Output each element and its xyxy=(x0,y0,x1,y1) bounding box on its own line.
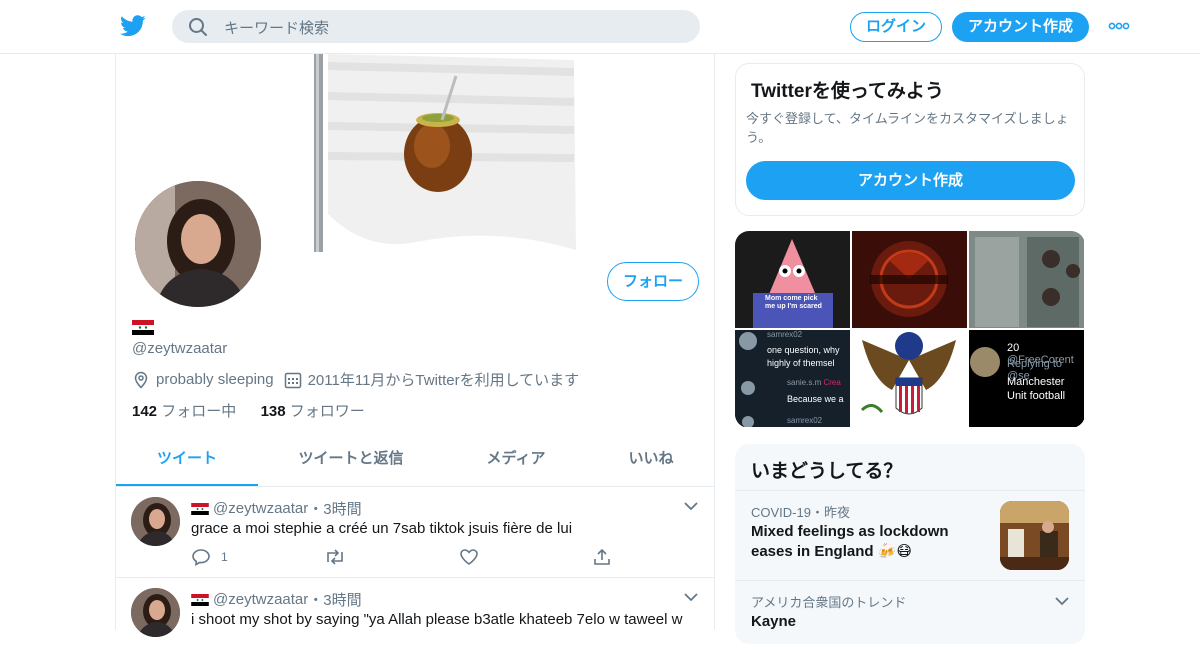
share-icon xyxy=(594,548,610,565)
chevron-down-icon[interactable] xyxy=(1055,596,1069,606)
tweet-text: grace a moi stephie a créé un 7sab tikto… xyxy=(191,520,573,537)
signup-card-subtitle: 今すぐ登録して、タイムラインをカスタマイズしましょう。 xyxy=(746,111,1069,145)
tweet-time[interactable]: 3時間 xyxy=(323,498,361,519)
tweet-sep: ・ xyxy=(308,501,324,518)
media-thumb[interactable] xyxy=(852,330,967,427)
trend-category: アメリカ合衆国のトレンド xyxy=(751,595,907,610)
tab-tweets-replies[interactable]: ツイートと返信 xyxy=(286,435,416,486)
trend-thumbnail xyxy=(1000,501,1069,570)
reply-button[interactable]: 1 xyxy=(191,548,228,566)
trends-panel: いまどうしてる？ COVID-19・昨夜 Mixed feelings as l… xyxy=(735,444,1085,644)
search-icon xyxy=(189,18,207,36)
media-text: one question, why highly of themsel xyxy=(767,345,840,368)
share-button[interactable] xyxy=(593,548,611,566)
more-icon[interactable] xyxy=(1108,18,1130,34)
following-count: 142 xyxy=(132,403,158,420)
reply-icon xyxy=(192,549,210,566)
calendar-icon xyxy=(284,372,301,388)
trend-category: COVID-19・昨夜 xyxy=(751,505,850,520)
tweet-sep: ・ xyxy=(308,592,324,609)
search-input[interactable]: キーワード検索 xyxy=(172,10,700,43)
trend-item[interactable]: アメリカ合衆国のトレンド Kayne xyxy=(735,580,1085,644)
trend-headline: Kayne xyxy=(751,613,797,630)
tweet-header: @zeytwzaatar ・ 3時間 xyxy=(191,498,362,519)
syria-flag-icon xyxy=(132,319,154,337)
tweet-item[interactable]: @zeytwzaatar ・ 3時間 i shoot my shot by sa… xyxy=(116,578,714,658)
media-thumb[interactable]: 20 @FreeCorent Replying to @se Mancheste… xyxy=(969,330,1084,427)
tweet-handle[interactable]: @zeytwzaatar xyxy=(213,500,308,517)
media-thumb[interactable] xyxy=(969,231,1084,328)
heart-icon xyxy=(460,549,478,565)
trends-title: いまどうしてる？ xyxy=(751,461,903,482)
tweet-handle[interactable]: @zeytwzaatar xyxy=(213,591,308,608)
profile-tabs: ツイート ツイートと返信 メディア いいね xyxy=(116,435,714,487)
search-placeholder: キーワード検索 xyxy=(224,20,330,37)
profile-column: フォロー @zeytwzaatar probably sleeping 2011… xyxy=(115,54,715,637)
media-user: sanie.s.m Crea xyxy=(787,378,841,387)
tab-media[interactable]: メディア xyxy=(466,435,566,486)
profile-handle: @zeytwzaatar xyxy=(132,340,228,357)
tweet-header: @zeytwzaatar ・ 3時間 xyxy=(191,589,362,610)
signup-card: Twitterを使ってみよう 今すぐ登録して、タイムラインをカスタマイズしましょ… xyxy=(735,63,1085,216)
followers-label: フォロワー xyxy=(289,403,365,420)
profile-joined: 2011年11月からTwitterを利用しています xyxy=(307,372,580,389)
tweet-text: i shoot my shot by saying "ya Allah plea… xyxy=(191,611,683,628)
followers-link[interactable]: 138 フォロワー xyxy=(261,403,365,420)
retweet-icon xyxy=(327,549,343,565)
signup-card-button[interactable]: アカウント作成 xyxy=(746,161,1075,200)
trend-item[interactable]: COVID-19・昨夜 Mixed feelings as lockdown e… xyxy=(735,490,1085,580)
signup-card-title: Twitterを使ってみよう xyxy=(751,81,944,102)
media-user: samrex02 xyxy=(767,330,803,339)
retweet-button[interactable] xyxy=(324,548,346,566)
media-text: Because we a xyxy=(787,394,844,404)
follow-button[interactable]: フォロー xyxy=(607,262,699,301)
chevron-down-icon[interactable] xyxy=(684,501,698,511)
profile-stats: 142 フォロー中 138 フォロワー xyxy=(132,400,365,421)
reply-count: 1 xyxy=(221,550,228,564)
tweet-avatar[interactable] xyxy=(131,497,180,546)
syria-flag-icon xyxy=(191,502,209,515)
syria-flag-icon xyxy=(191,593,209,606)
media-text: Manchester Unit football xyxy=(1007,376,1066,402)
avatar-image xyxy=(135,181,261,307)
following-label: フォロー中 xyxy=(161,403,237,420)
profile-location: probably sleeping xyxy=(156,371,274,388)
top-bar: キーワード検索 ログイン アカウント作成 xyxy=(0,0,1200,54)
like-button[interactable] xyxy=(459,548,479,566)
location-icon xyxy=(134,371,148,389)
tab-likes[interactable]: いいね xyxy=(606,435,696,486)
following-link[interactable]: 142 フォロー中 xyxy=(132,403,236,420)
login-button[interactable]: ログイン xyxy=(850,12,942,42)
media-grid: Mom come pick me up I'm scared samrex02 xyxy=(735,231,1085,428)
tweet-time[interactable]: 3時間 xyxy=(323,589,361,610)
chevron-down-icon[interactable] xyxy=(684,592,698,602)
profile-meta: probably sleeping 2011年11月からTwitterを利用して… xyxy=(132,369,579,390)
media-thumb[interactable] xyxy=(852,231,967,328)
profile-avatar[interactable] xyxy=(131,177,265,311)
trend-headline: Mixed feelings as lockdown eases in Engl… xyxy=(751,523,949,560)
twitter-bird-icon[interactable] xyxy=(120,14,146,38)
signup-button[interactable]: アカウント作成 xyxy=(952,12,1089,42)
media-user: samrex02 xyxy=(787,416,823,425)
tweet-actions: 1 xyxy=(191,548,611,568)
media-caption: Mom come pick me up I'm scared xyxy=(765,295,822,310)
tab-tweets[interactable]: ツイート xyxy=(116,435,258,486)
tweet-item[interactable]: @zeytwzaatar ・ 3時間 grace a moi stephie a… xyxy=(116,487,714,578)
followers-count: 138 xyxy=(260,403,286,420)
media-thumb[interactable]: samrex02 one question, why highly of the… xyxy=(735,330,850,427)
media-thumb[interactable]: Mom come pick me up I'm scared xyxy=(735,231,850,328)
